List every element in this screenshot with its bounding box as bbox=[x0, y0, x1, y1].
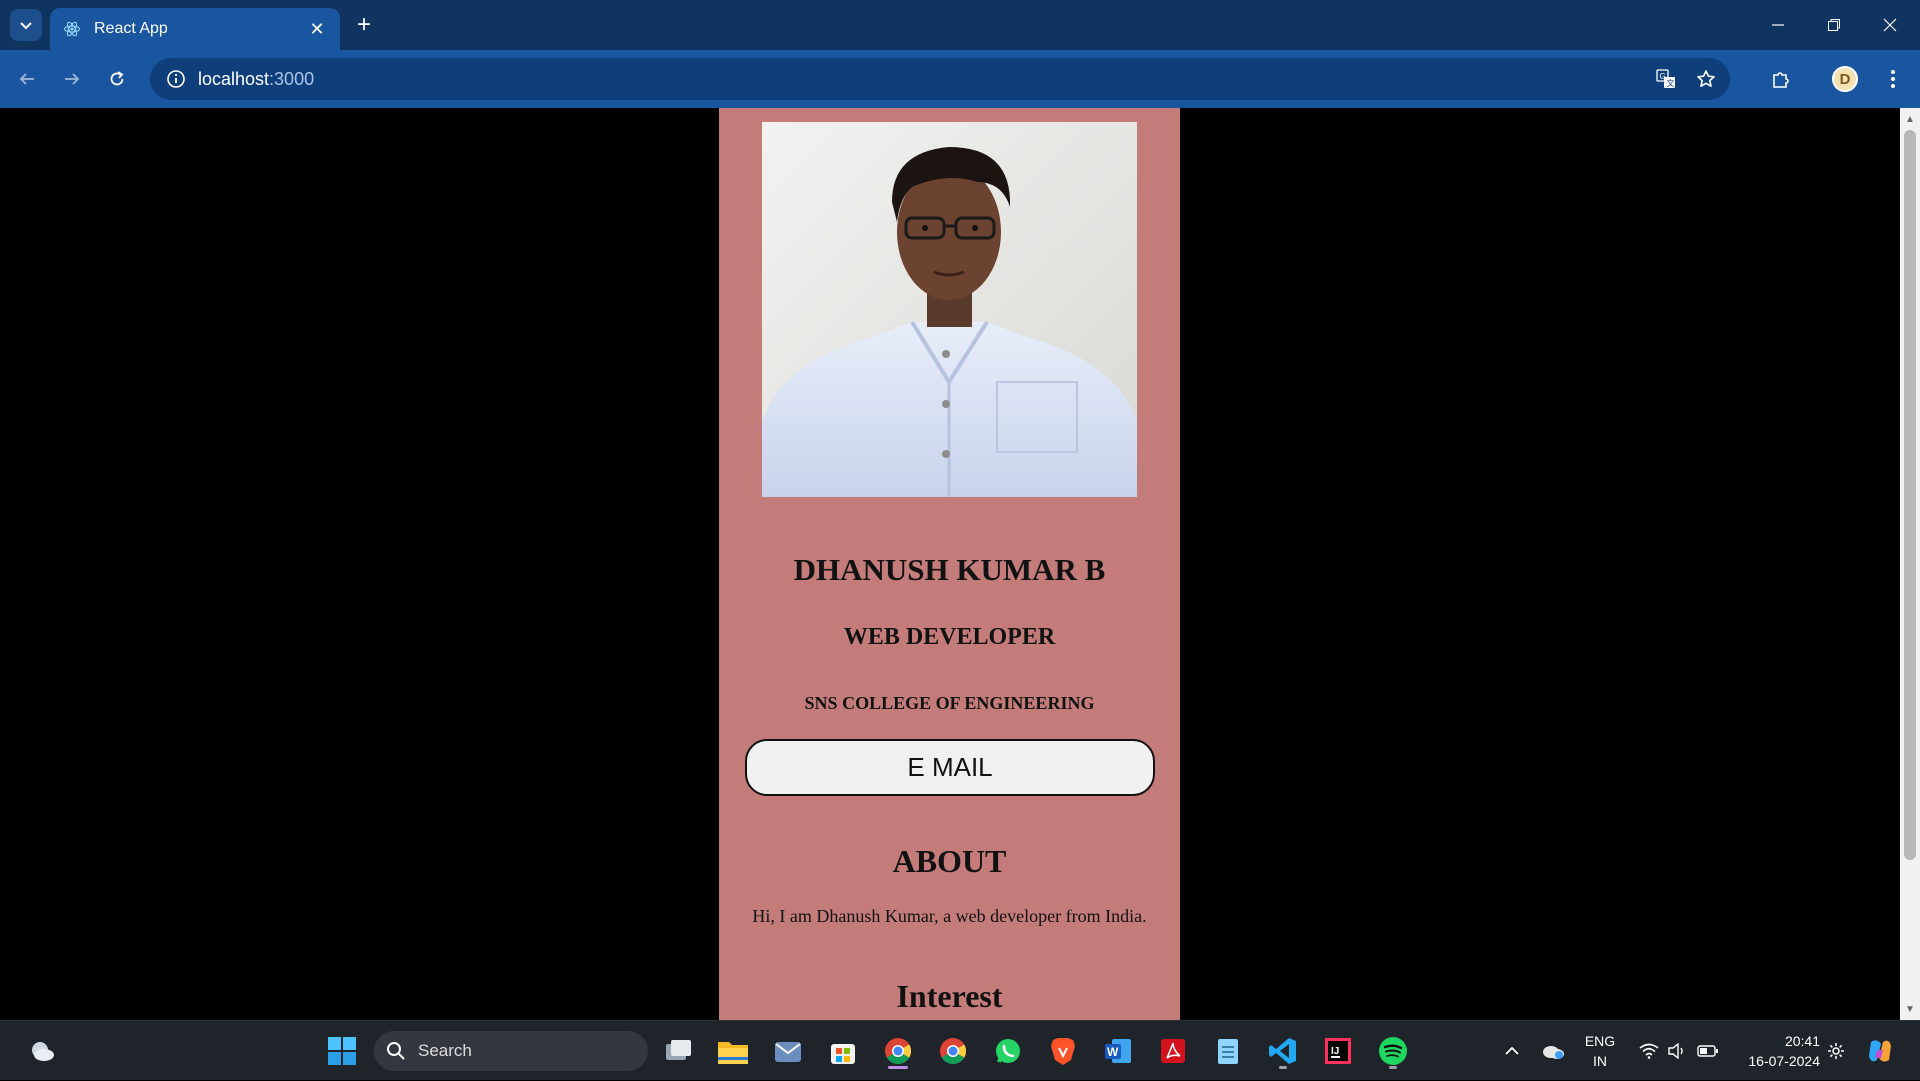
browser-menu-button[interactable] bbox=[1876, 62, 1910, 96]
site-info-icon[interactable] bbox=[154, 69, 198, 89]
intellij-icon[interactable]: IJ bbox=[1318, 1031, 1358, 1071]
language-indicator[interactable]: ENG IN bbox=[1582, 1031, 1618, 1071]
about-text: Hi, I am Dhanush Kumar, a web developer … bbox=[752, 906, 1147, 926]
svg-text:G: G bbox=[1660, 72, 1666, 81]
url-port: :3000 bbox=[269, 68, 315, 89]
clock[interactable]: 20:41 16-07-2024 bbox=[1730, 1031, 1820, 1071]
spotify-icon[interactable] bbox=[1373, 1031, 1413, 1071]
chevron-down-icon bbox=[20, 22, 32, 30]
email-button[interactable]: E MAIL bbox=[745, 739, 1155, 796]
browser-toolbar: localhost:3000 G文 D bbox=[0, 50, 1920, 108]
profile-photo bbox=[762, 122, 1137, 497]
arrow-left-icon bbox=[19, 73, 34, 85]
task-view-icon[interactable] bbox=[658, 1031, 698, 1071]
notepad-icon[interactable] bbox=[1208, 1031, 1248, 1071]
profile-role: WEB DEVELOPER bbox=[843, 624, 1056, 650]
battery-icon[interactable] bbox=[1694, 1021, 1722, 1081]
svg-text:文: 文 bbox=[1667, 78, 1675, 88]
scrollbar-thumb[interactable] bbox=[1904, 130, 1916, 860]
mail-icon[interactable] bbox=[768, 1031, 808, 1071]
close-tab-icon[interactable]: ✕ bbox=[306, 18, 328, 40]
extensions-button[interactable] bbox=[1764, 62, 1798, 96]
store-icon[interactable] bbox=[823, 1031, 863, 1071]
svg-text:W: W bbox=[1107, 1045, 1119, 1059]
interest-heading: Interest bbox=[896, 978, 1003, 1014]
taskbar: Search W IJ ENG IN 20:41 16-07-2024 bbox=[0, 1020, 1920, 1080]
weather-icon[interactable] bbox=[22, 1031, 62, 1071]
onedrive-icon[interactable] bbox=[1538, 1021, 1568, 1081]
react-icon bbox=[62, 19, 82, 39]
word-icon[interactable]: W bbox=[1098, 1031, 1138, 1071]
about-heading: ABOUT bbox=[892, 843, 1007, 879]
active-indicator bbox=[888, 1066, 908, 1069]
brave-icon[interactable] bbox=[1043, 1031, 1083, 1071]
start-button[interactable] bbox=[322, 1031, 362, 1071]
arrow-right-icon bbox=[65, 73, 80, 85]
copilot-icon[interactable] bbox=[1862, 1021, 1898, 1081]
tab-search-button[interactable] bbox=[10, 9, 42, 41]
minimize-button[interactable] bbox=[1750, 0, 1806, 50]
url-host: localhost bbox=[198, 68, 270, 89]
close-icon bbox=[1883, 18, 1897, 32]
tab-react-app[interactable]: React App ✕ bbox=[50, 8, 340, 50]
chrome-icon[interactable] bbox=[878, 1031, 918, 1071]
new-tab-button[interactable]: + bbox=[350, 11, 378, 39]
address-bar[interactable]: localhost:3000 G文 bbox=[150, 58, 1730, 100]
back-button[interactable] bbox=[10, 62, 44, 96]
reload-icon bbox=[110, 71, 124, 86]
scroll-down-arrow-icon[interactable]: ▼ bbox=[1900, 1000, 1920, 1018]
wifi-icon[interactable] bbox=[1636, 1021, 1662, 1081]
search-icon bbox=[374, 1041, 418, 1061]
page-viewport: DHANUSH KUMAR B WEB DEVELOPER SNS COLLEG… bbox=[0, 108, 1900, 1020]
language-code: ENG bbox=[1584, 1033, 1616, 1049]
page-scrollbar[interactable]: ▲ ▼ bbox=[1900, 108, 1920, 1020]
search-label: Search bbox=[418, 1041, 472, 1060]
bookmark-star-icon[interactable] bbox=[1686, 58, 1726, 100]
clock-time: 20:41 bbox=[1784, 1033, 1820, 1049]
browser-tab-bar: React App ✕ + bbox=[0, 0, 1920, 50]
tab-title: React App bbox=[94, 20, 168, 37]
minimize-icon bbox=[1772, 24, 1784, 26]
taskbar-search[interactable]: Search bbox=[374, 1031, 648, 1071]
profile-button[interactable]: D bbox=[1828, 62, 1862, 96]
show-hidden-icons-chevron-icon[interactable] bbox=[1500, 1021, 1524, 1081]
file-explorer-icon[interactable] bbox=[713, 1031, 753, 1071]
vscode-icon[interactable] bbox=[1263, 1031, 1303, 1071]
restore-button[interactable] bbox=[1806, 0, 1862, 50]
reload-button[interactable] bbox=[100, 62, 134, 96]
whatsapp-icon[interactable] bbox=[988, 1031, 1028, 1071]
active-indicator bbox=[1389, 1066, 1397, 1069]
kebab-menu-icon bbox=[1891, 70, 1895, 88]
puzzle-icon bbox=[1773, 72, 1789, 88]
restore-icon bbox=[1828, 19, 1840, 31]
profile-name: DHANUSH KUMAR B bbox=[793, 552, 1106, 587]
close-window-button[interactable] bbox=[1862, 0, 1918, 50]
volume-icon[interactable] bbox=[1664, 1021, 1690, 1081]
acrobat-icon[interactable] bbox=[1153, 1031, 1193, 1071]
translate-icon[interactable]: G文 bbox=[1646, 58, 1686, 100]
svg-text:IJ: IJ bbox=[1331, 1046, 1339, 1057]
chrome-alt-icon[interactable] bbox=[933, 1031, 973, 1071]
windows-start-icon bbox=[328, 1037, 356, 1065]
clock-date: 16-07-2024 bbox=[1748, 1053, 1820, 1069]
scroll-up-arrow-icon[interactable]: ▲ bbox=[1900, 110, 1920, 128]
language-region: IN bbox=[1593, 1053, 1607, 1069]
forward-button[interactable] bbox=[55, 62, 89, 96]
profile-card: DHANUSH KUMAR B WEB DEVELOPER SNS COLLEG… bbox=[719, 108, 1180, 1020]
url-text: localhost:3000 bbox=[198, 69, 314, 90]
avatar: D bbox=[1832, 66, 1858, 92]
notification-settings-icon[interactable] bbox=[1822, 1021, 1850, 1081]
profile-college: SNS COLLEGE OF ENGINEERING bbox=[804, 693, 1095, 713]
active-indicator bbox=[1279, 1066, 1287, 1069]
